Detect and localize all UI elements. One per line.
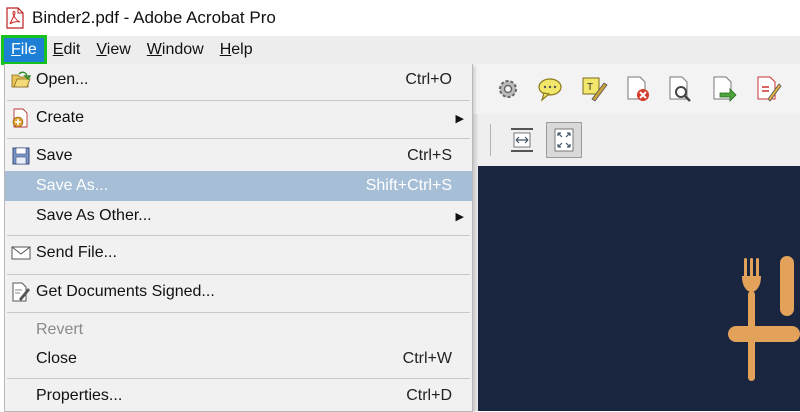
- menu-file-key: F: [11, 41, 21, 58]
- menu-help-rest: elp: [231, 41, 253, 58]
- menu-close[interactable]: Close Ctrl+W: [5, 344, 472, 374]
- window-title: Binder2.pdf - Adobe Acrobat Pro: [32, 8, 276, 27]
- menu-save-as-other[interactable]: Save As Other... ▶: [5, 201, 472, 231]
- view-toolbar: [470, 114, 800, 167]
- menu-save-label: Save: [36, 147, 73, 164]
- menu-get-documents-signed[interactable]: Get Documents Signed...: [5, 277, 472, 307]
- toolbar-divider: [490, 124, 491, 156]
- menu-help[interactable]: Help: [213, 38, 260, 62]
- document-view[interactable]: [478, 166, 800, 411]
- menu-open-shortcut: Ctrl+O: [405, 71, 452, 88]
- file-menu-dropdown: Open... Ctrl+O Create ▶ Save Ctrl+S Save…: [4, 64, 473, 412]
- menu-save-as[interactable]: Save As... Shift+Ctrl+S: [5, 171, 472, 201]
- menu-send-file[interactable]: Send File...: [5, 238, 472, 268]
- create-pdf-icon: [12, 108, 28, 128]
- pdf-app-icon: [6, 7, 24, 29]
- menu-open-label: Open...: [36, 71, 89, 88]
- menu-save[interactable]: Save Ctrl+S: [5, 141, 472, 171]
- menu-separator: [7, 100, 470, 101]
- tools-toolbar: T: [470, 64, 800, 115]
- menu-edit-key: E: [52, 41, 64, 58]
- menu-create[interactable]: Create ▶: [5, 103, 472, 133]
- menu-view[interactable]: View: [89, 38, 137, 62]
- title-bar: Binder2.pdf - Adobe Acrobat Pro: [0, 0, 800, 36]
- menu-edit[interactable]: Edit: [46, 38, 88, 62]
- menu-help-key: H: [219, 41, 232, 58]
- open-folder-icon: [11, 71, 31, 88]
- menu-separator: [7, 138, 470, 139]
- menu-window[interactable]: Window: [140, 38, 211, 62]
- menu-properties[interactable]: Properties... Ctrl+D: [5, 381, 472, 411]
- gear-icon[interactable]: [494, 75, 522, 103]
- menu-send-file-label: Send File...: [36, 244, 117, 261]
- menu-file[interactable]: File: [1, 35, 47, 65]
- menu-save-as-other-label: Save As Other...: [36, 207, 152, 224]
- svg-text:T: T: [587, 82, 593, 93]
- sign-document-icon: [12, 282, 30, 302]
- menu-window-key: W: [146, 41, 162, 58]
- pdf-remove-icon[interactable]: [624, 75, 652, 103]
- menu-open[interactable]: Open... Ctrl+O: [5, 65, 472, 95]
- submenu-arrow-icon: ▶: [455, 210, 464, 223]
- menu-close-label: Close: [36, 350, 77, 367]
- menu-save-as-shortcut: Shift+Ctrl+S: [365, 177, 452, 194]
- menu-save-as-label: Save As...: [36, 177, 109, 194]
- menu-separator: [7, 274, 470, 275]
- fit-width-icon[interactable]: [508, 126, 536, 154]
- menu-properties-shortcut: Ctrl+D: [406, 387, 452, 404]
- menu-file-rest: ile: [20, 41, 37, 58]
- fill-sign-icon[interactable]: T: [580, 75, 608, 103]
- menu-revert-label: Revert: [36, 321, 84, 338]
- menu-close-shortcut: Ctrl+W: [402, 350, 452, 367]
- menu-revert: Revert: [5, 315, 472, 345]
- menu-separator: [7, 378, 470, 379]
- fork-knife-icon: [728, 256, 800, 381]
- save-disk-icon: [12, 147, 30, 165]
- menu-edit-rest: dit: [63, 41, 81, 58]
- menu-save-shortcut: Ctrl+S: [407, 147, 452, 164]
- pdf-export-icon[interactable]: [710, 75, 738, 103]
- menu-create-label: Create: [36, 109, 85, 126]
- envelope-icon: [11, 246, 31, 260]
- menu-view-rest: iew: [106, 41, 131, 58]
- fit-page-icon: [554, 128, 574, 152]
- comment-bubble-icon[interactable]: [536, 75, 564, 103]
- submenu-arrow-icon: ▶: [455, 112, 464, 125]
- fit-page-button[interactable]: [546, 122, 582, 158]
- menu-get-documents-signed-label: Get Documents Signed...: [36, 283, 215, 300]
- menu-separator: [7, 235, 470, 236]
- menu-bar: File Edit View Window Help: [0, 35, 800, 65]
- pdf-search-icon[interactable]: [666, 75, 694, 103]
- menu-properties-label: Properties...: [36, 387, 123, 404]
- menu-window-rest: indow: [161, 41, 204, 58]
- menu-separator: [7, 312, 470, 313]
- pdf-edit-icon[interactable]: [754, 75, 782, 103]
- menu-view-key: V: [96, 41, 107, 58]
